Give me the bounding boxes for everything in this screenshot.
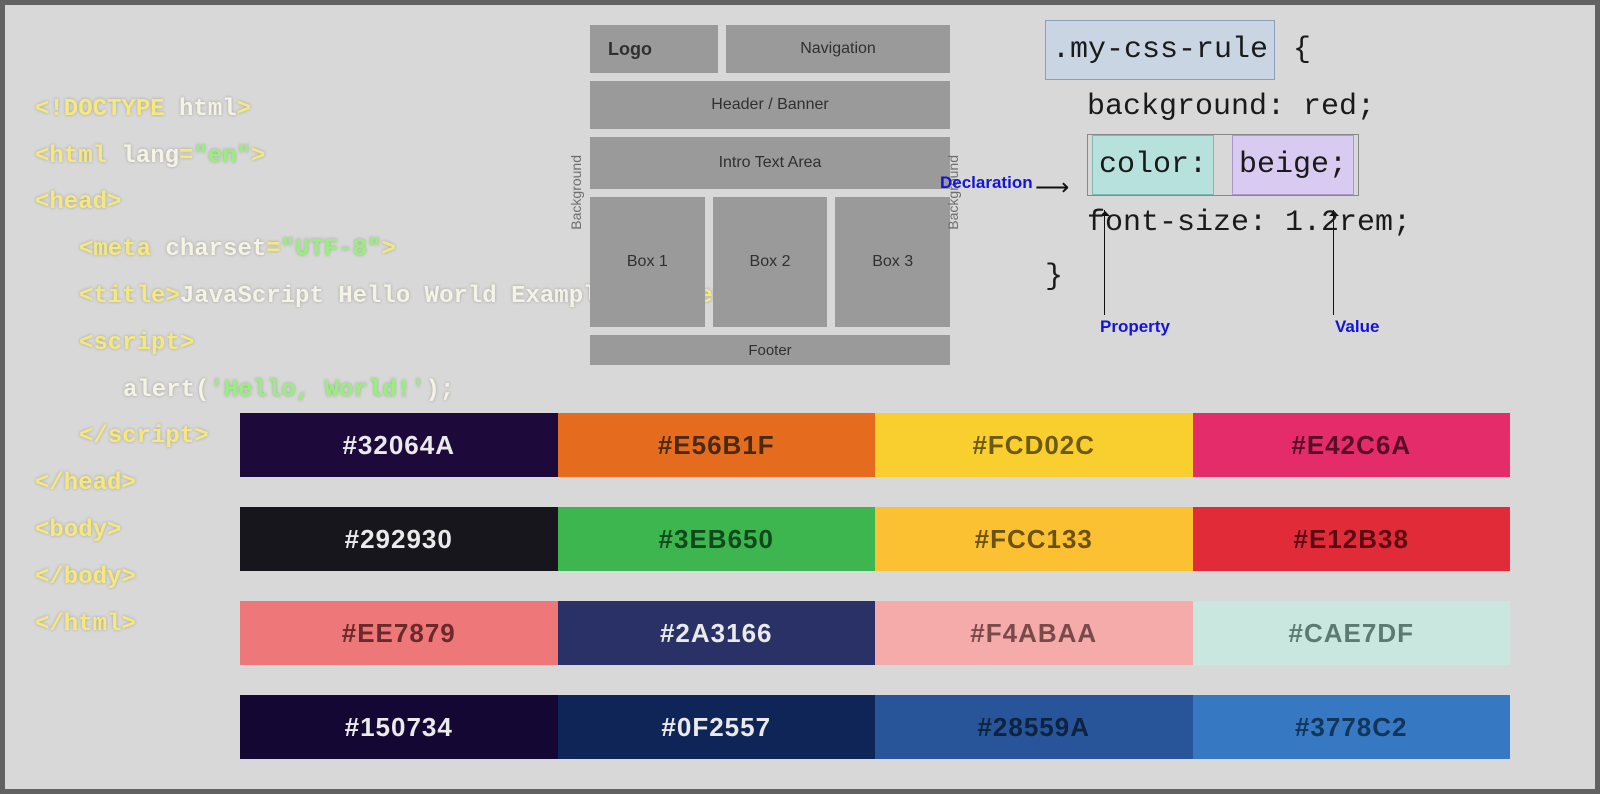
code-line: <meta charset="UTF-8"> <box>35 227 396 274</box>
wire-header: Header / Banner <box>590 81 950 129</box>
color-swatch: #E12B38 <box>1193 507 1511 571</box>
css-rule-diagram: .my-css-rule { background: red; color: b… <box>1045 20 1411 304</box>
code-line: </script> <box>35 414 209 461</box>
palette-row: #292930#3EB650#FCC133#E12B38 <box>240 507 1510 571</box>
color-swatch: #E56B1F <box>558 413 876 477</box>
value-label: Value <box>1335 317 1379 337</box>
color-swatch: #28559A <box>875 695 1193 759</box>
code-line: <body> <box>35 517 121 544</box>
color-swatch: #EE7879 <box>240 601 558 665</box>
palette-row: #32064A#E56B1F#FCD02C#E42C6A <box>240 413 1510 477</box>
layout-wireframe: Background Background Logo Navigation He… <box>590 25 950 373</box>
color-swatch: #150734 <box>240 695 558 759</box>
wire-box-2: Box 2 <box>713 197 828 327</box>
color-swatch: #FCC133 <box>875 507 1193 571</box>
css-selector: .my-css-rule { <box>1045 33 1311 67</box>
background-label-left: Background <box>568 155 584 230</box>
code-line: </head> <box>35 470 136 497</box>
code-line: <head> <box>35 189 121 216</box>
code-line: <!DOCTYPE html> <box>35 96 251 123</box>
code-line: </html> <box>35 611 136 638</box>
palette-row: #EE7879#2A3166#F4ABAA#CAE7DF <box>240 601 1510 665</box>
wire-logo: Logo <box>590 25 718 73</box>
css-decl-color: color: beige; <box>1045 134 1411 196</box>
css-decl-fontsize: font-size: 1.2rem; <box>1045 196 1411 250</box>
wire-box-1: Box 1 <box>590 197 705 327</box>
color-swatch: #E42C6A <box>1193 413 1511 477</box>
color-swatch: #F4ABAA <box>875 601 1193 665</box>
css-close: } <box>1045 260 1063 294</box>
css-decl-bg: background: red; <box>1045 80 1411 134</box>
wire-navigation: Navigation <box>726 25 950 73</box>
color-swatch: #FCD02C <box>875 413 1193 477</box>
code-line: <html lang="en"> <box>35 143 265 170</box>
code-line: alert('Hello, World!'); <box>35 368 454 415</box>
color-palettes: #32064A#E56B1F#FCD02C#E42C6A #292930#3EB6… <box>240 413 1510 789</box>
wire-footer: Footer <box>590 335 950 365</box>
color-swatch: #0F2557 <box>558 695 876 759</box>
color-swatch: #3778C2 <box>1193 695 1511 759</box>
color-swatch: #2A3166 <box>558 601 876 665</box>
color-swatch: #292930 <box>240 507 558 571</box>
color-swatch: #3EB650 <box>558 507 876 571</box>
code-line: <script> <box>35 321 194 368</box>
property-label: Property <box>1100 317 1170 337</box>
color-swatch: #CAE7DF <box>1193 601 1511 665</box>
palette-row: #150734#0F2557#28559A#3778C2 <box>240 695 1510 759</box>
declaration-label: Declaration <box>940 173 1033 193</box>
wire-box-3: Box 3 <box>835 197 950 327</box>
wire-intro: Intro Text Area <box>590 137 950 189</box>
code-line: </body> <box>35 564 136 591</box>
color-swatch: #32064A <box>240 413 558 477</box>
